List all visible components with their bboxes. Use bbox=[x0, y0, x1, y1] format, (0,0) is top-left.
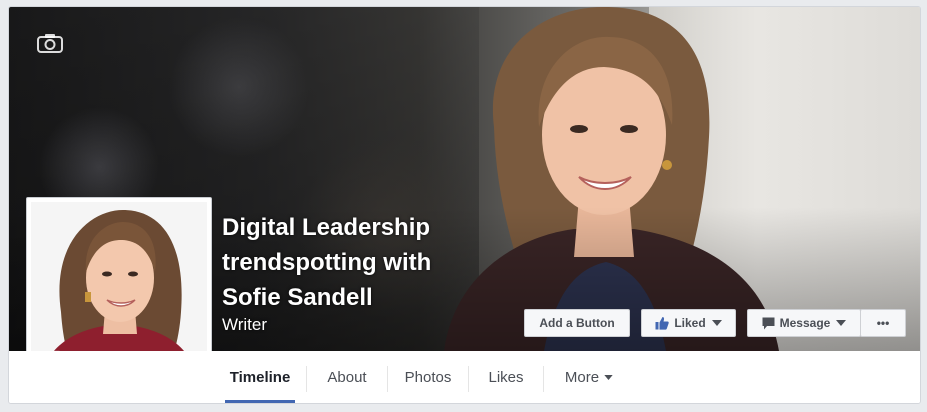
thumbs-up-icon bbox=[655, 316, 670, 330]
tab-label: Timeline bbox=[229, 368, 291, 386]
liked-button[interactable]: Liked bbox=[641, 309, 736, 337]
page-title-line: Digital Leadership bbox=[222, 214, 431, 241]
tab-label: About bbox=[327, 368, 367, 386]
tab-divider bbox=[468, 366, 469, 392]
add-a-button-label: Add a Button bbox=[539, 316, 615, 330]
page-title-line: Sofie Sandell bbox=[222, 284, 373, 311]
message-button[interactable]: Message bbox=[747, 309, 861, 337]
camera-icon[interactable] bbox=[37, 33, 63, 53]
chevron-down-icon bbox=[604, 374, 613, 380]
page-title: Digital Leadership trendspotting with So… bbox=[222, 210, 482, 315]
page-tab-bar: Timeline About Photos Likes More bbox=[9, 351, 920, 403]
chevron-down-icon bbox=[836, 320, 847, 326]
tab-label: Likes bbox=[488, 368, 524, 386]
more-options-button[interactable]: ••• bbox=[860, 309, 906, 337]
message-label: Message bbox=[779, 316, 831, 330]
message-bubble-icon bbox=[762, 317, 775, 330]
more-options-label: ••• bbox=[876, 316, 890, 330]
tab-more[interactable]: More bbox=[549, 351, 629, 403]
tab-likes[interactable]: Likes bbox=[471, 351, 541, 403]
tab-label: More bbox=[564, 368, 600, 386]
tab-divider bbox=[543, 366, 544, 392]
tab-about[interactable]: About bbox=[311, 351, 383, 403]
tab-divider bbox=[306, 366, 307, 392]
tab-label: Photos bbox=[404, 368, 452, 386]
tab-divider bbox=[387, 366, 388, 392]
liked-label: Liked bbox=[674, 316, 706, 330]
tab-photos[interactable]: Photos bbox=[391, 351, 465, 403]
page-category[interactable]: Writer bbox=[222, 315, 267, 335]
chevron-down-icon bbox=[711, 320, 722, 326]
tab-timeline[interactable]: Timeline bbox=[225, 351, 295, 403]
add-a-button-button[interactable]: Add a Button bbox=[524, 309, 630, 337]
page-header: Digital Leadership trendspotting with So… bbox=[8, 6, 921, 404]
page-title-line: trendspotting with bbox=[222, 249, 432, 276]
